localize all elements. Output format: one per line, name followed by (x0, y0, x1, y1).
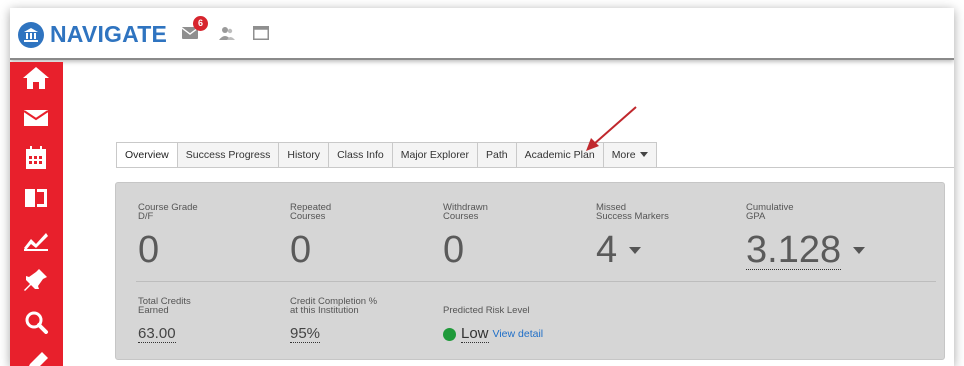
app-window: NAVIGATE 6 Overview Success Progress His… (10, 8, 954, 366)
metric-value: 0 (138, 229, 160, 271)
tab-underline (116, 167, 954, 168)
tab-success-progress[interactable]: Success Progress (177, 142, 280, 168)
student-tabs: Overview Success Progress History Class … (116, 142, 657, 168)
home-icon[interactable] (22, 66, 50, 90)
pencil-icon[interactable] (22, 350, 50, 366)
metric-value: 0 (290, 229, 312, 271)
mail-count-badge: 6 (193, 16, 208, 31)
people-icon[interactable] (219, 26, 235, 45)
metric-cumulative-gpa[interactable]: Cumulative GPA 3.128 (746, 203, 866, 271)
metric-total-credits: Total Credits Earned 63.00 (138, 297, 191, 343)
app-title[interactable]: NAVIGATE (50, 21, 167, 48)
metric-sublabel: Courses (443, 211, 479, 222)
metric-sublabel: Earned (138, 305, 169, 316)
tab-major-explorer[interactable]: Major Explorer (392, 142, 479, 168)
tab-overview[interactable]: Overview (116, 142, 178, 168)
chevron-down-icon[interactable] (629, 247, 642, 254)
view-detail-link[interactable]: View detail (493, 328, 544, 340)
metric-withdrawn-courses: Withdrawn Courses 0 (443, 203, 488, 269)
pin-icon[interactable] (22, 268, 50, 292)
metric-value-number: 3.128 (746, 229, 842, 271)
tab-path[interactable]: Path (478, 142, 517, 168)
risk-status-icon (443, 327, 456, 341)
metric-repeated-courses: Repeated Courses 0 (290, 203, 331, 269)
metric-label: Predicted Risk Level (443, 305, 530, 316)
metric-value[interactable]: 3.128 (746, 229, 866, 271)
metric-sublabel: Success Markers (596, 211, 669, 222)
tab-history[interactable]: History (279, 142, 330, 168)
overview-metrics-panel: Course Grade D/F 0 Repeated Courses 0 Wi… (115, 182, 945, 360)
chevron-down-icon (639, 152, 648, 157)
metric-credit-completion: Credit Completion % at this Institution … (290, 297, 377, 343)
top-header: NAVIGATE 6 (10, 8, 954, 60)
metric-value: 0 (443, 229, 465, 271)
metric-value[interactable]: 4 (596, 231, 669, 269)
metric-predicted-risk: Predicted Risk Level Low View detail (443, 306, 543, 343)
chart-icon[interactable] (22, 228, 50, 252)
metric-value-number: 4 (596, 229, 618, 271)
mail-icon[interactable] (22, 106, 50, 130)
navigate-logo-icon[interactable] (18, 22, 44, 48)
metric-sublabel: D/F (138, 211, 154, 222)
folder-icon[interactable] (22, 186, 50, 210)
metric-value: 95% (290, 325, 321, 343)
metric-sublabel: GPA (746, 211, 766, 222)
panel-divider (136, 281, 936, 282)
metric-missed-success-markers[interactable]: Missed Success Markers 4 (596, 203, 669, 269)
metric-sublabel: Courses (290, 211, 326, 222)
tab-class-info[interactable]: Class Info (329, 142, 393, 168)
calendar-icon[interactable] (22, 146, 50, 170)
metric-course-grade: Course Grade D/F 0 (138, 203, 198, 269)
window-icon[interactable] (253, 26, 269, 45)
risk-level-value: Low (461, 325, 489, 343)
annotation-arrow-icon (586, 106, 637, 151)
left-sidebar (10, 62, 63, 366)
search-icon[interactable] (22, 310, 50, 334)
metric-sublabel: at this Institution (290, 305, 359, 316)
chevron-down-icon[interactable] (853, 247, 866, 254)
metric-value: 63.00 (138, 325, 176, 343)
